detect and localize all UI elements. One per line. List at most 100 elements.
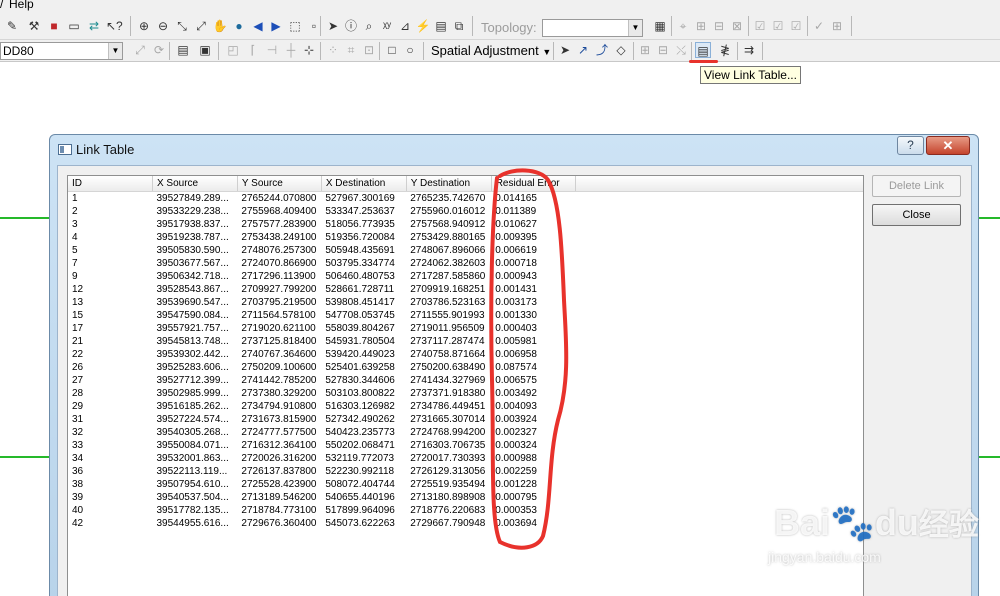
- zoom-in-icon[interactable]: ⊕: [136, 18, 152, 34]
- hyperlink-icon[interactable]: ⚡: [415, 18, 431, 34]
- table-row[interactable]: 17 39557921.757... 2719020.621100 558039.80…: [68, 322, 863, 335]
- cross-tool-icon[interactable]: ┼: [283, 42, 299, 58]
- help-button[interactable]: ?: [897, 136, 924, 155]
- tool-icon[interactable]: ⚒: [26, 18, 42, 34]
- table-row[interactable]: 26 39525283.606... 2750209.100600 525401.63…: [68, 361, 863, 374]
- align-corner-icon[interactable]: ⌈: [245, 42, 261, 58]
- select-features-icon[interactable]: ⬚: [287, 18, 303, 34]
- close-button[interactable]: Close: [872, 204, 961, 226]
- construct-features-icon[interactable]: ⊟: [711, 18, 727, 34]
- forward-icon[interactable]: ▶: [268, 18, 284, 34]
- snap-icon[interactable]: ⁘: [325, 42, 341, 58]
- catalog-icon[interactable]: ⇄: [86, 18, 102, 34]
- html-popup-icon[interactable]: ▤: [433, 18, 449, 34]
- table-row[interactable]: 29 39516185.262... 2734794.910800 516303.12…: [68, 400, 863, 413]
- validate-topology-icon[interactable]: ☑: [752, 18, 768, 34]
- new-identity-link-icon[interactable]: ⊞: [637, 42, 653, 58]
- table-row[interactable]: 2 39533229.238... 2755968.409400 533347.253…: [68, 205, 863, 218]
- find-icon[interactable]: ⌕: [361, 18, 377, 34]
- edge-match-icon[interactable]: ≹: [717, 42, 733, 58]
- copy-parallel-icon[interactable]: ⌗: [343, 42, 359, 58]
- select-elements-icon[interactable]: ➤: [557, 42, 573, 58]
- link-table-grid[interactable]: ID X Source Y Source X Destination Y Destina…: [67, 175, 864, 596]
- full-extent-icon[interactable]: ●: [231, 18, 247, 34]
- view-link-table-icon[interactable]: ▤: [695, 42, 711, 58]
- table-row[interactable]: 4 39519238.787... 2753438.249100 519356.720…: [68, 231, 863, 244]
- column-header[interactable]: X Destination: [321, 176, 407, 192]
- map-topology-icon[interactable]: ▦: [652, 18, 668, 34]
- line-tool-icon[interactable]: ⊣: [264, 42, 280, 58]
- whats-this-icon[interactable]: ↖?: [106, 18, 123, 34]
- table-row[interactable]: 38 39507954.610... 2725528.423900 508072.40…: [68, 478, 863, 491]
- identify-icon[interactable]: ⓘ: [343, 18, 359, 34]
- menu-help[interactable]: Help: [9, 0, 34, 10]
- menu-item-view-fragment[interactable]: /: [0, 0, 3, 10]
- modify-link-icon[interactable]: ⤴: [594, 42, 610, 58]
- go-to-xy-icon[interactable]: ᵡʸ: [379, 18, 395, 34]
- table-row[interactable]: 3 39517938.837... 2757577.283900 518056.773…: [68, 218, 863, 231]
- back-icon[interactable]: ◀: [250, 18, 266, 34]
- georef-add-control-points-icon[interactable]: ⤢: [132, 42, 148, 58]
- new-limited-adjustment-area-icon[interactable]: ⊟: [655, 42, 671, 58]
- layer-select[interactable]: DD80 ▼: [0, 42, 123, 60]
- close-window-button[interactable]: ✕: [926, 136, 970, 155]
- show-shared-features-icon[interactable]: ⊞: [693, 18, 709, 34]
- align-edge-icon[interactable]: ◰: [225, 42, 241, 58]
- table-row[interactable]: 5 39505830.590... 2748076.257300 505948.435…: [68, 244, 863, 257]
- validate-extent-icon[interactable]: ☑: [770, 18, 786, 34]
- table-row[interactable]: 1 39527849.289... 2765244.070800 527967.300…: [68, 191, 863, 205]
- table-row[interactable]: 28 39502985.999... 2737380.329200 503103.80…: [68, 387, 863, 400]
- topology-edit-icon[interactable]: ⌖: [675, 18, 691, 34]
- window-icon[interactable]: ▭: [66, 18, 82, 34]
- table-row[interactable]: 7 39503677.567... 2724070.866900 503795.334…: [68, 257, 863, 270]
- column-header[interactable]: ID: [68, 176, 153, 192]
- table-row[interactable]: 22 39539302.442... 2740767.364600 539420.44…: [68, 348, 863, 361]
- validate-selection-icon[interactable]: ☑: [788, 18, 804, 34]
- table-row[interactable]: 21 39545813.748... 2737125.818400 545931.78…: [68, 335, 863, 348]
- pan-icon[interactable]: ✋: [212, 18, 228, 34]
- column-header[interactable]: Y Source: [237, 176, 322, 192]
- table-row[interactable]: 15 39547590.084... 2711564.578100 547708.05…: [68, 309, 863, 322]
- image-icon[interactable]: ▣: [197, 42, 213, 58]
- fixed-zoom-out-icon[interactable]: ⤢: [193, 18, 209, 34]
- table-row[interactable]: 33 39550084.071... 2716312.364100 550202.06…: [68, 439, 863, 452]
- topology-select[interactable]: ▼: [542, 19, 643, 37]
- time-slider-icon[interactable]: ⧉: [451, 18, 467, 34]
- offset-icon[interactable]: ⊡: [361, 42, 377, 58]
- table-row[interactable]: 13 39539690.547... 2703795.219500 539808.45…: [68, 296, 863, 309]
- measure-icon[interactable]: ⊿: [397, 18, 413, 34]
- edit-icon[interactable]: ✎: [4, 18, 20, 34]
- table-row[interactable]: 27 39527712.399... 2741442.785200 527830.34…: [68, 374, 863, 387]
- column-header[interactable]: Y Destination: [406, 176, 492, 192]
- chevron-down-icon[interactable]: ▼: [628, 20, 642, 36]
- planarize-icon[interactable]: ⊠: [729, 18, 745, 34]
- fixed-zoom-in-icon[interactable]: ⤡: [174, 18, 190, 34]
- table-row[interactable]: 12 39528543.867... 2709927.799200 528661.72…: [68, 283, 863, 296]
- spatial-adjustment-menu[interactable]: Spatial Adjustment ▼: [431, 43, 551, 58]
- chevron-down-icon[interactable]: ▼: [108, 43, 122, 59]
- fix-error-icon[interactable]: ✓: [811, 18, 827, 34]
- toolbox-icon[interactable]: ■: [46, 18, 62, 34]
- circle-icon[interactable]: ○: [402, 42, 418, 58]
- delete-link-button[interactable]: Delete Link: [872, 175, 961, 197]
- cut-line-icon[interactable]: ⊹: [301, 42, 317, 58]
- table-row[interactable]: 9 39506342.718... 2717296.113900 506460.480…: [68, 270, 863, 283]
- new-displacement-link-icon[interactable]: ↗: [575, 42, 591, 58]
- georef-rotate-icon[interactable]: ⟳: [151, 42, 167, 58]
- table-row[interactable]: 31 39527224.574... 2731673.815900 527342.49…: [68, 413, 863, 426]
- table-row[interactable]: 42 39544955.616... 2729676.360400 545073.62…: [68, 517, 863, 530]
- table-row[interactable]: 40 39517782.135... 2718784.773100 517899.96…: [68, 504, 863, 517]
- attribute-transfer-icon[interactable]: ⇉: [741, 42, 757, 58]
- zoom-out-icon[interactable]: ⊖: [155, 18, 171, 34]
- table-row[interactable]: 32 39540305.268... 2724777.577500 540423.23…: [68, 426, 863, 439]
- table-row[interactable]: 36 39522113.119... 2726137.837800 522230.99…: [68, 465, 863, 478]
- table-row[interactable]: 34 39532001.863... 2720026.316200 532119.77…: [68, 452, 863, 465]
- column-header[interactable]: X Source: [152, 176, 238, 192]
- rectangle-icon[interactable]: □: [384, 42, 400, 58]
- multiple-displacement-links-icon[interactable]: ◇: [613, 42, 629, 58]
- select-elements-icon[interactable]: ➤: [325, 18, 341, 34]
- table-row[interactable]: 39 39540537.504... 2713189.546200 540655.44…: [68, 491, 863, 504]
- error-inspector-icon[interactable]: ⊞: [829, 18, 845, 34]
- clear-adjustment-area-icon[interactable]: ⤯: [673, 42, 689, 58]
- table-icon[interactable]: ▤: [175, 42, 191, 58]
